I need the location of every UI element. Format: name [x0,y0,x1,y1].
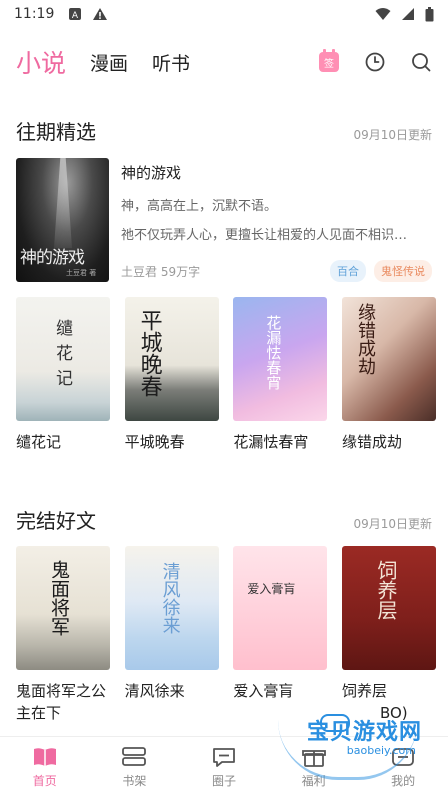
status-system-icons [375,6,434,22]
bottom-nav-circle[interactable]: 圈子 [179,737,269,798]
book-cover-title: 清风徐来 [159,562,181,634]
featured-book-info: 神的游戏 神，高高在上，沉默不语。 祂不仅玩弄人心，更擅长让相爱的人见面不相识…… [121,158,432,282]
featured-book-cover[interactable]: 神的游戏 土豆君 著 [16,158,109,282]
book-cover[interactable]: 缘错成劫 [341,297,436,421]
bottom-nav-bookshelf[interactable]: 书架 [90,737,180,798]
book-cover-title: 缘错成劫 [354,303,376,375]
status-notification-icons: A [68,7,108,21]
book-item[interactable]: 爱入膏肓 爱入膏肓 [233,546,328,724]
site-watermark: 宝贝游戏网 baobeiy.com [278,710,428,780]
signal-icon [402,8,414,20]
past-picks-date: 09月10日更新 [353,128,432,142]
book-cover-title: 花漏怯春宵 [264,315,283,390]
battery-icon [425,6,434,21]
finished-date: 09月10日更新 [353,517,432,531]
bottom-nav-label: 首页 [32,774,57,788]
past-picks-book-row: 缱花记 缱花记 平城晚春 平城晚春 花漏怯春宵 花漏怯春宵 缘错成劫 缘错成劫 [16,297,436,453]
book-cover[interactable]: 平城晚春 [124,297,219,421]
signin-button[interactable]: 签 [318,49,340,73]
bottom-nav-home[interactable]: 首页 [0,737,90,798]
book-item[interactable]: 缘错成劫 缘错成劫 [341,297,436,453]
signin-calendar-icon: 签 [319,49,339,72]
book-cover-title: 平城晚春 [136,309,162,397]
finished-book-row: 鬼面将军 鬼面将军之公主在下 清风徐来 清风徐来 爱入膏肓 爱入膏肓 饲养层 饲… [16,546,436,724]
wifi-icon [375,8,391,20]
svg-text:A: A [72,11,79,21]
featured-book-tags: 百合 鬼怪传说 [330,260,432,282]
history-button[interactable] [364,51,386,73]
finished-header: 完结好文 09月10日更新 [16,505,432,534]
finished-title: 完结好文 [16,509,96,533]
home-book-icon [32,746,58,768]
book-item[interactable]: 清风徐来 清风徐来 [124,546,219,724]
past-picks-title: 往期精选 [16,120,96,144]
book-title: 花漏怯春宵 [233,433,309,451]
clock-icon [365,52,385,72]
top-nav: 小说 漫画 听书 签 [0,40,448,84]
book-title: 缱花记 [16,433,62,451]
cover-light-beam [54,158,72,248]
book-title: 清风徐来 [124,682,185,700]
watermark-url: baobeiy.com [346,744,416,757]
book-cover[interactable]: 鬼面将军 [16,546,110,670]
book-title: 鬼面将军之公主在下 [16,682,107,722]
tab-novel[interactable]: 小说 [16,44,66,80]
book-cover[interactable]: 花漏怯春宵 [233,297,328,421]
book-item[interactable]: 缱花记 缱花记 [16,297,110,453]
featured-book-desc-line1: 神，高高在上，沉默不语。 [121,199,278,214]
bookshelf-icon [121,746,147,768]
featured-cover-author: 土豆君 著 [66,269,97,277]
book-cover[interactable]: 缱花记 [16,297,110,421]
featured-book-title[interactable]: 神的游戏 [121,162,432,183]
featured-book-desc-line2: 祂不仅玩弄人心，更擅长让相爱的人见面不相识… [121,228,408,243]
featured-book-author-words: 土豆君 59万字 [121,265,201,279]
tag-yuri[interactable]: 百合 [330,260,366,282]
book-title: 缘错成劫 [341,433,402,451]
warning-icon [93,8,108,20]
tab-audiobooks[interactable]: 听书 [152,49,190,76]
bottom-nav-label: 书架 [122,774,147,788]
nav-actions: 签 [318,49,432,73]
book-cover-title: 饲养层 [373,560,398,620]
watermark-text: 宝贝游戏网 [306,719,422,745]
book-item[interactable]: 平城晚春 平城晚春 [124,297,219,453]
tag-ghost-legend[interactable]: 鬼怪传说 [374,260,432,282]
book-cover[interactable]: 爱入膏肓 [233,546,328,670]
status-time: 11:19 [14,6,55,22]
book-title-text: 饲养层 [341,682,387,700]
app-notification-icon: A [69,8,82,21]
tab-comics[interactable]: 漫画 [90,49,128,76]
book-cover-title: 爱入膏肓 [247,582,296,596]
search-icon [412,53,431,72]
chat-bubble-icon [211,746,237,768]
book-title: 爱入膏肓 [233,682,294,700]
book-item[interactable]: 饲养层 饲养层 BO) [341,546,436,724]
book-cover[interactable]: 清风徐来 [124,546,219,670]
status-bar: 11:19 A [0,0,448,28]
book-cover[interactable]: 饲养层 [341,546,436,670]
search-button[interactable] [410,51,432,73]
book-cover-title: 缱花记 [52,319,72,394]
book-cover-title: 鬼面将军 [48,560,70,636]
book-title: 平城晚春 [124,433,185,451]
bottom-nav-label: 圈子 [211,774,236,788]
book-item[interactable]: 鬼面将军 鬼面将军之公主在下 [16,546,110,724]
featured-cover-title: 神的游戏 [20,248,85,268]
past-picks-header: 往期精选 09月10日更新 [16,116,432,145]
featured-book[interactable]: 神的游戏 土豆君 著 神的游戏 神，高高在上，沉默不语。 祂不仅玩弄人心，更擅长… [16,158,432,282]
book-item[interactable]: 花漏怯春宵 花漏怯春宵 [233,297,328,453]
